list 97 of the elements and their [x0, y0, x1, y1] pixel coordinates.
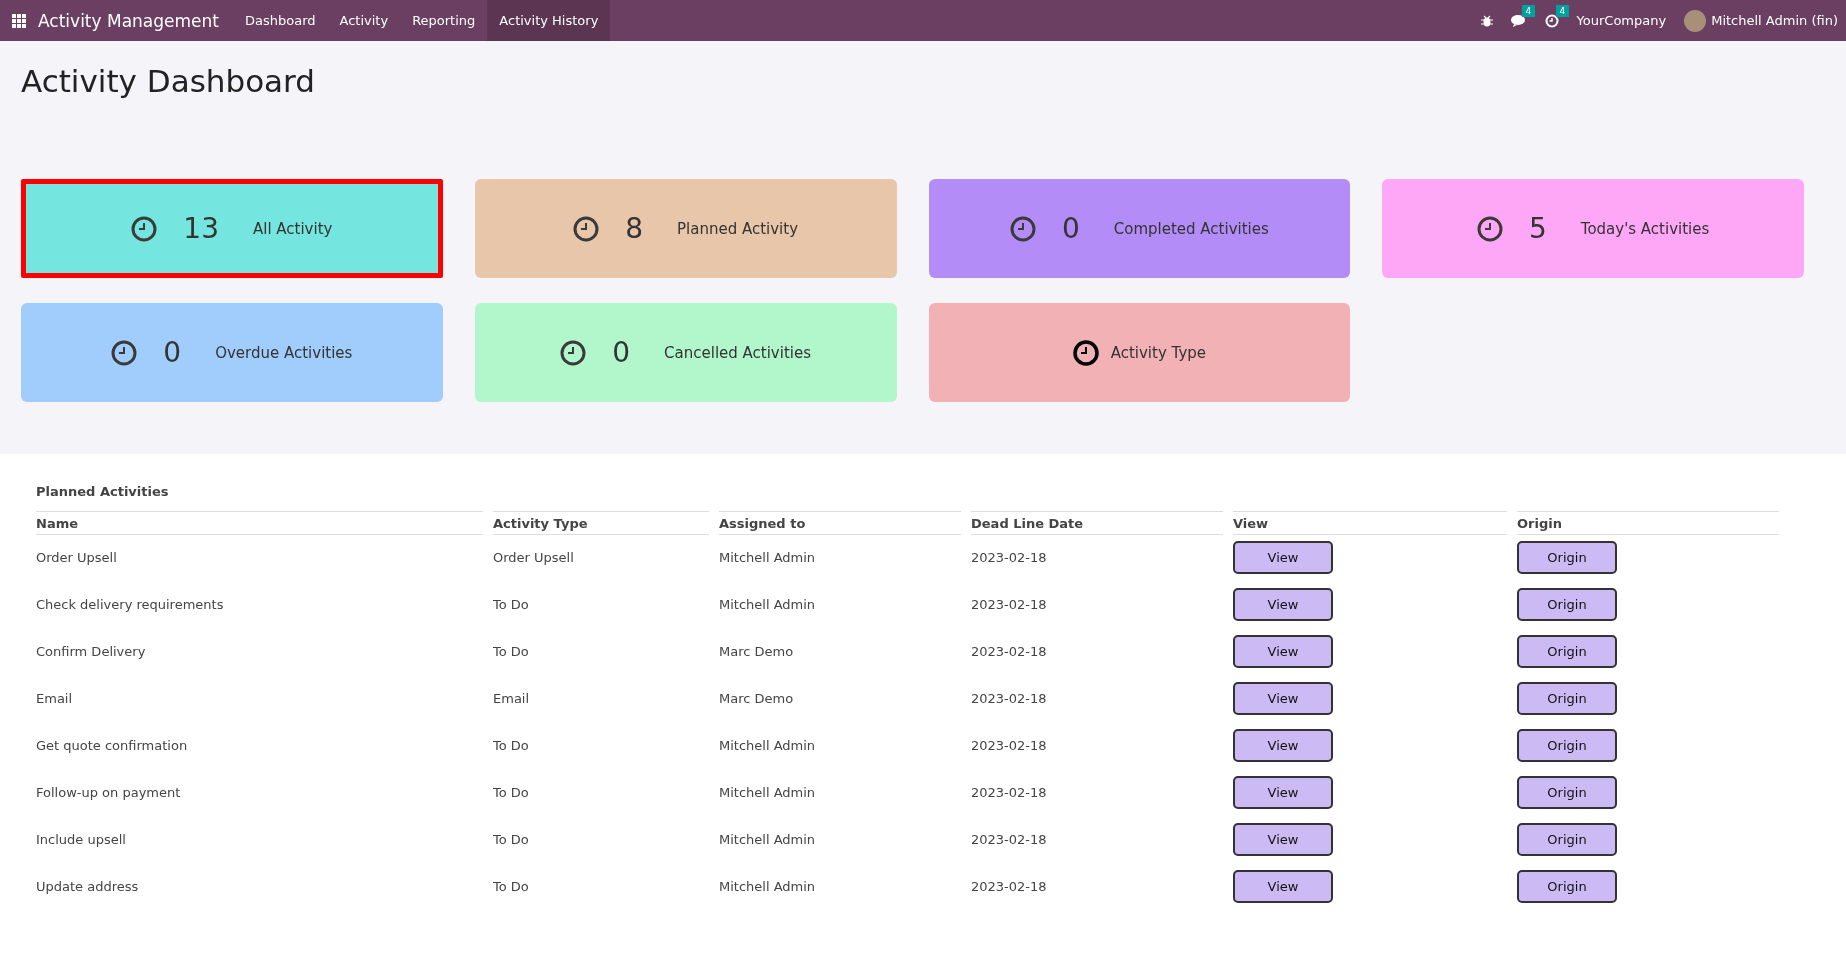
- card-label: Cancelled Activities: [664, 343, 811, 362]
- menu-item[interactable]: Activity: [327, 0, 401, 41]
- card-count: 13: [183, 212, 219, 245]
- clock-icon: [1072, 339, 1099, 366]
- table-cell-text: Include upsell: [36, 832, 127, 847]
- stat-card[interactable]: 0 Completed Activities: [928, 179, 1351, 278]
- table-cell-text: Get quote confirmation: [36, 738, 189, 753]
- stat-card[interactable]: 0 Cancelled Activities: [474, 303, 897, 402]
- clock-icon: [111, 339, 138, 366]
- apps-grid-icon[interactable]: [12, 13, 26, 28]
- stat-card[interactable]: Activity Type: [928, 303, 1351, 402]
- column-header: Dead Line Date: [971, 511, 1223, 535]
- clock-icon: [131, 215, 158, 242]
- table-cell-text: 2023-02-18: [971, 644, 1048, 659]
- card-label: Today's Activities: [1580, 219, 1710, 238]
- table-cell-text: 2023-02-18: [971, 738, 1048, 753]
- card-label: Activity Type: [1110, 343, 1207, 362]
- table-cell-text: Mitchell Admin: [719, 832, 817, 847]
- table-cell-text: 2023-02-18: [971, 550, 1048, 565]
- table-cell-text: Mitchell Admin: [719, 597, 817, 612]
- company-name[interactable]: YourCompany: [1576, 13, 1667, 28]
- table-cell-text: 2023-02-18: [971, 832, 1048, 847]
- clock-icon: [1476, 215, 1503, 242]
- view-button[interactable]: View: [1233, 635, 1333, 668]
- menu-item[interactable]: Activity History: [487, 0, 611, 41]
- card-count: 0: [612, 336, 631, 369]
- column-header: Origin: [1517, 511, 1779, 535]
- card-label: Planned Activity: [677, 219, 799, 238]
- column-header: Name: [36, 511, 483, 535]
- table-cell-text: Order Upsell: [36, 550, 118, 565]
- clock-icon: [573, 215, 600, 242]
- app-title: Activity Management: [38, 10, 219, 31]
- table-cell-text: Mitchell Admin: [719, 738, 817, 753]
- table-cell-text: Follow-up on payment: [36, 785, 182, 800]
- table-cell-text: 2023-02-18: [971, 691, 1048, 706]
- bug-icon[interactable]: [1480, 14, 1493, 27]
- column-header: Activity Type: [493, 511, 709, 535]
- stat-card[interactable]: 5 Today's Activities: [1382, 179, 1804, 278]
- view-button[interactable]: View: [1233, 870, 1333, 903]
- card-count: 8: [625, 212, 643, 245]
- clock-icon[interactable]: [1544, 13, 1559, 28]
- table-cell-text: Update address: [36, 879, 140, 894]
- table-cell-text: Marc Demo: [719, 644, 795, 659]
- table-cell-text: To Do: [493, 832, 530, 847]
- view-button[interactable]: View: [1233, 682, 1333, 715]
- activity-count-badge: 4: [1555, 4, 1570, 17]
- chat-icon[interactable]: [1510, 13, 1527, 28]
- origin-button[interactable]: Origin: [1517, 823, 1617, 856]
- table-cell-text: Check delivery requirements: [36, 597, 225, 612]
- card-count: 0: [1061, 212, 1080, 245]
- table-cell-text: Order Upsell: [493, 550, 575, 565]
- clock-icon: [560, 339, 587, 366]
- card-count: 5: [1528, 212, 1547, 245]
- origin-button[interactable]: Origin: [1517, 776, 1617, 809]
- view-button[interactable]: View: [1233, 776, 1333, 809]
- view-button[interactable]: View: [1233, 588, 1333, 621]
- table-cell-text: Mitchell Admin: [719, 879, 817, 894]
- origin-button[interactable]: Origin: [1517, 682, 1617, 715]
- table-cell-text: Mitchell Admin: [719, 785, 817, 800]
- page-title: Activity Dashboard: [21, 62, 316, 101]
- card-label: Completed Activities: [1113, 219, 1269, 238]
- table-cell-text: Mitchell Admin: [719, 550, 817, 565]
- table-cell-text: Marc Demo: [719, 691, 795, 706]
- table-cell-text: 2023-02-18: [971, 879, 1048, 894]
- table-title: Planned Activities: [36, 484, 170, 499]
- table-cell-text: Email: [36, 691, 74, 706]
- table-cell-text: Email: [493, 691, 531, 706]
- table-cell-text: To Do: [493, 785, 530, 800]
- table-cell-text: To Do: [493, 644, 530, 659]
- column-header: Assigned to: [719, 511, 961, 535]
- origin-button[interactable]: Origin: [1517, 541, 1617, 574]
- user-name[interactable]: Mitchell Admin (fin): [1711, 13, 1838, 28]
- avatar[interactable]: [1684, 9, 1707, 32]
- card-label: Overdue Activities: [215, 343, 353, 362]
- card-label: All Activity: [252, 219, 333, 238]
- table-cell-text: 2023-02-18: [971, 785, 1048, 800]
- table-cell-text: Confirm Delivery: [36, 644, 147, 659]
- card-count: 0: [163, 336, 182, 369]
- table-cell-text: To Do: [493, 738, 530, 753]
- clock-icon: [1009, 215, 1036, 242]
- view-button[interactable]: View: [1233, 541, 1333, 574]
- stat-card[interactable]: 13 All Activity: [21, 179, 443, 278]
- view-button[interactable]: View: [1233, 729, 1333, 762]
- menu-item[interactable]: Reporting: [400, 0, 488, 41]
- table-cell-text: 2023-02-18: [971, 597, 1048, 612]
- column-header: View: [1233, 511, 1507, 535]
- stat-card[interactable]: 0 Overdue Activities: [21, 303, 443, 402]
- menu-item[interactable]: Dashboard: [232, 0, 328, 41]
- origin-button[interactable]: Origin: [1517, 588, 1617, 621]
- origin-button[interactable]: Origin: [1517, 635, 1617, 668]
- view-button[interactable]: View: [1233, 823, 1333, 856]
- stat-card[interactable]: 8 Planned Activity: [474, 179, 897, 278]
- origin-button[interactable]: Origin: [1517, 729, 1617, 762]
- table-cell-text: To Do: [493, 597, 530, 612]
- origin-button[interactable]: Origin: [1517, 870, 1617, 903]
- message-count-badge: 4: [1521, 4, 1536, 17]
- table-cell-text: To Do: [493, 879, 530, 894]
